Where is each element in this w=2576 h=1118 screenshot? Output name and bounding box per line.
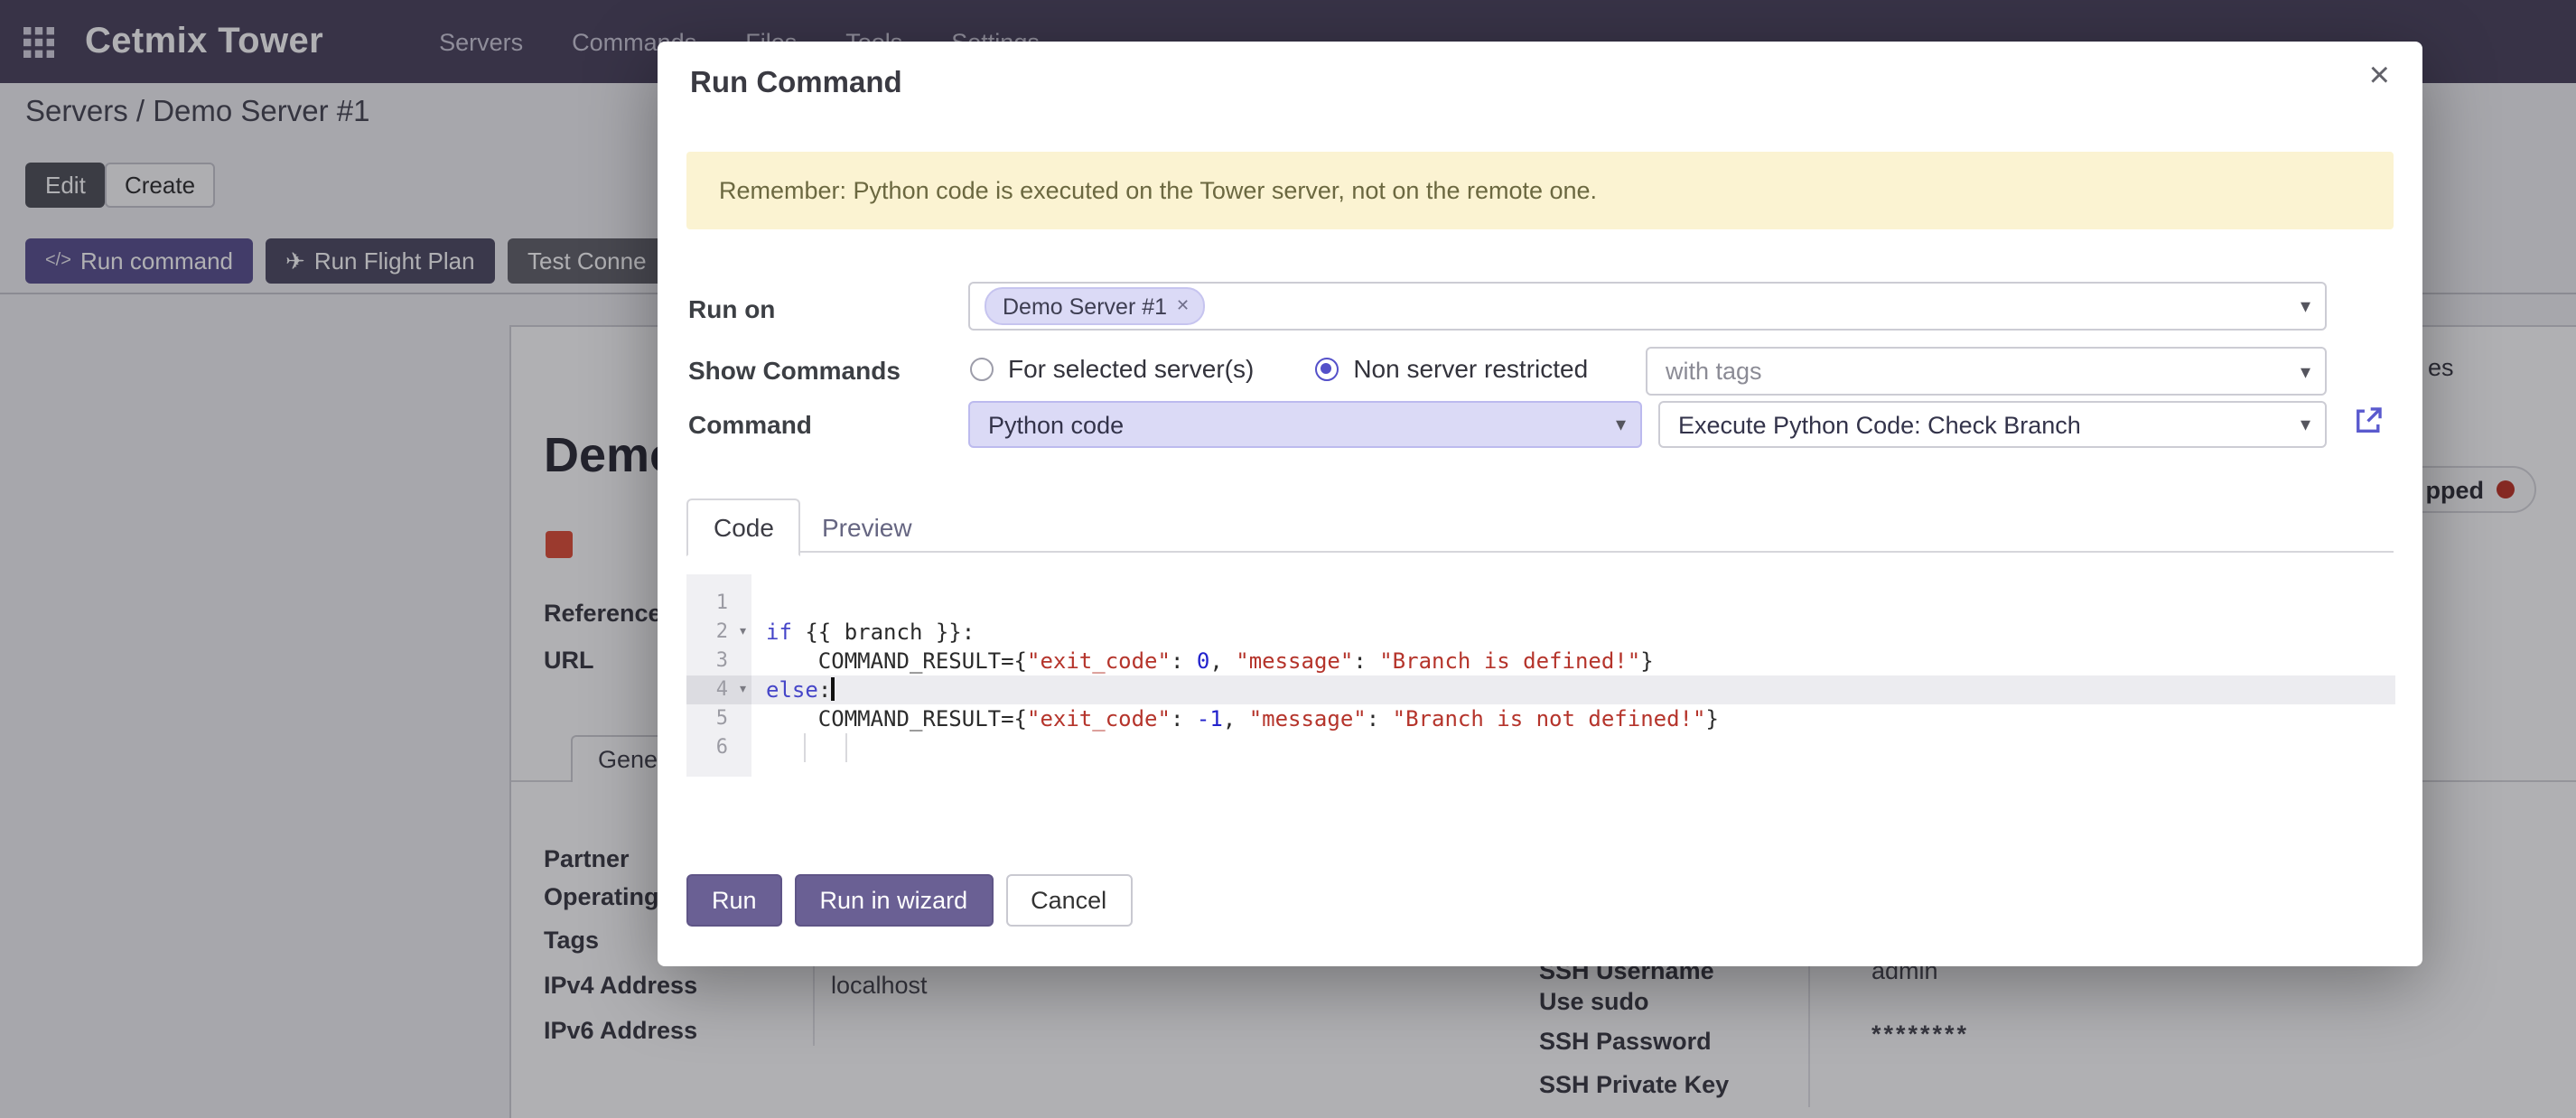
code-editor[interactable]: 12▾34▾56 if {{ branch }}: COMMAND_RESULT… — [686, 574, 2395, 777]
tab-code[interactable]: Code — [686, 498, 801, 556]
chevron-down-icon: ▾ — [2301, 413, 2310, 436]
cancel-button[interactable]: Cancel — [1005, 874, 1132, 927]
radio-for-selected-servers[interactable]: For selected server(s) — [970, 354, 1254, 383]
gutter-line-number: 2▾ — [686, 618, 751, 647]
run-button[interactable]: Run — [686, 874, 782, 927]
chevron-down-icon: ▾ — [2301, 359, 2310, 383]
gutter-line-number: 1 — [686, 589, 751, 618]
run-on-field[interactable]: Demo Server #1 ✕ ▾ — [968, 282, 2327, 331]
close-icon[interactable]: × — [2369, 58, 2390, 94]
gutter-line-number: 6 — [686, 733, 751, 762]
command-type-value: Python code — [988, 411, 1124, 438]
chevron-down-icon[interactable]: ▾ — [2301, 294, 2310, 318]
server-tag-pill[interactable]: Demo Server #1 ✕ — [985, 287, 1204, 325]
modal-footer: Run Run in wizard Cancel — [686, 874, 1132, 927]
radio-non-server-restricted[interactable]: Non server restricted — [1315, 354, 1588, 383]
command-type-select[interactable]: Python code ▾ — [968, 401, 1642, 448]
screen: Cetmix Tower Servers Commands Files Tool… — [0, 0, 2576, 1118]
text-cursor — [831, 677, 834, 701]
indent-guide — [845, 733, 847, 762]
tab-preview[interactable]: Preview — [795, 498, 939, 556]
editor-lines: if {{ branch }}: COMMAND_RESULT={"exit_c… — [751, 574, 2395, 777]
gutter-line-number: 5 — [686, 704, 751, 733]
radio-circle-unchecked — [970, 357, 994, 380]
radio-label-selected-servers: For selected server(s) — [1008, 354, 1254, 383]
command-name-value: Execute Python Code: Check Branch — [1678, 411, 2081, 438]
code-line[interactable]: if {{ branch }}: — [751, 618, 2395, 647]
fold-toggle-icon[interactable]: ▾ — [738, 675, 748, 704]
fold-toggle-icon[interactable]: ▾ — [738, 618, 748, 647]
alert-text: Remember: Python code is executed on the… — [719, 177, 1597, 204]
code-line[interactable]: COMMAND_RESULT={"exit_code": 0, "message… — [751, 647, 2395, 675]
tag-remove-icon[interactable]: ✕ — [1176, 296, 1190, 316]
gutter-line-number: 4▾ — [686, 675, 751, 704]
show-commands-label: Show Commands — [688, 356, 901, 385]
run-on-label: Run on — [688, 294, 775, 323]
radio-circle-checked — [1315, 357, 1339, 380]
radio-label-non-restricted: Non server restricted — [1353, 354, 1588, 383]
code-line[interactable]: COMMAND_RESULT={"exit_code": -1, "messag… — [751, 704, 2395, 733]
alert-banner: Remember: Python code is executed on the… — [686, 152, 2394, 229]
run-command-modal: Run Command × Remember: Python code is e… — [658, 42, 2422, 966]
with-tags-select[interactable]: with tags ▾ — [1646, 347, 2327, 396]
external-link-icon[interactable] — [2352, 405, 2385, 437]
editor-gutter: 12▾34▾56 — [686, 574, 751, 777]
with-tags-placeholder: with tags — [1666, 358, 1762, 385]
tabs-divider — [686, 551, 2394, 553]
chevron-down-icon: ▾ — [1616, 413, 1626, 436]
code-line[interactable] — [751, 589, 2395, 618]
command-name-select[interactable]: Execute Python Code: Check Branch ▾ — [1658, 401, 2327, 448]
modal-title: Run Command — [690, 67, 902, 101]
show-commands-options: For selected server(s) Non server restri… — [970, 354, 1588, 383]
code-line[interactable] — [751, 733, 2395, 762]
code-line[interactable]: else: — [751, 675, 2395, 704]
gutter-line-number: 3 — [686, 647, 751, 675]
command-label: Command — [688, 410, 812, 439]
server-tag-label: Demo Server #1 — [1003, 293, 1167, 319]
run-in-wizard-button[interactable]: Run in wizard — [795, 874, 994, 927]
indent-guide — [804, 733, 806, 762]
